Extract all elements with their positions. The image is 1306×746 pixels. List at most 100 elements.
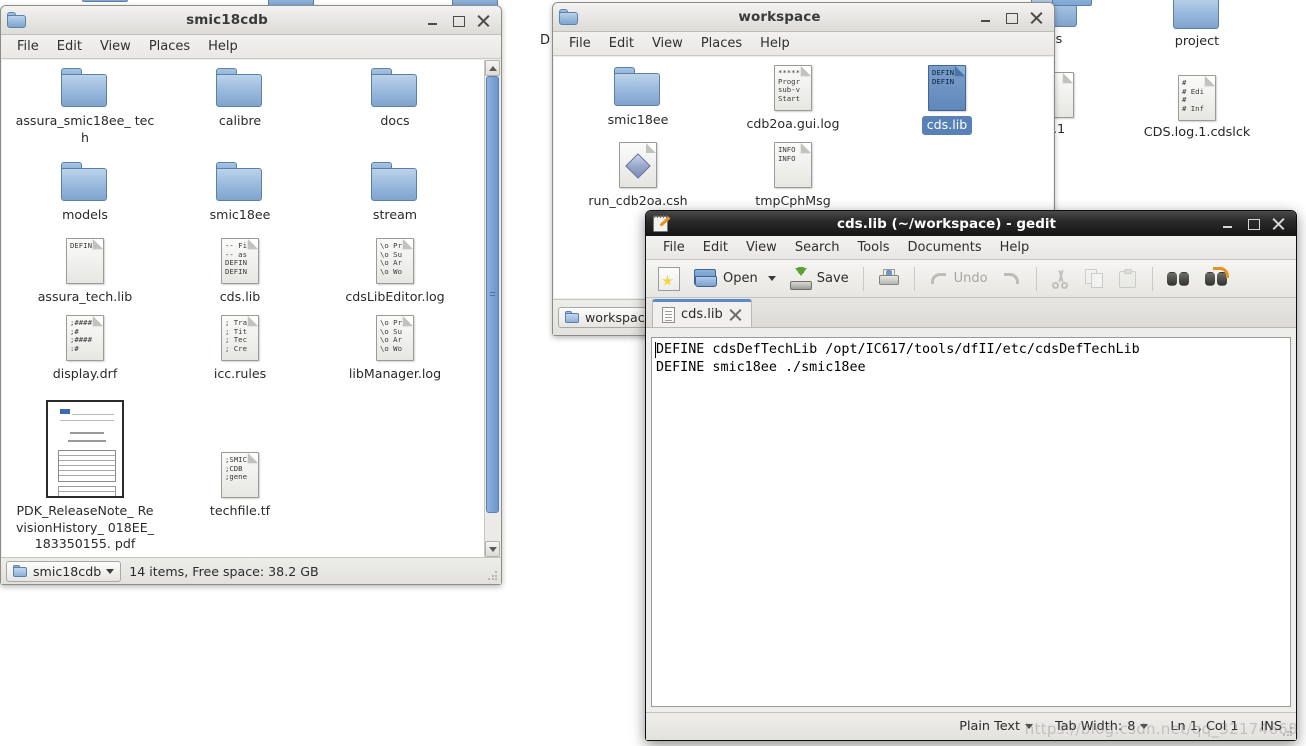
menu-item-file[interactable]: File (560, 34, 600, 53)
close-icon[interactable] (1272, 217, 1285, 230)
menu-item-view[interactable]: View (91, 37, 140, 56)
menu-item-places[interactable]: Places (692, 34, 751, 53)
toolbar-gedit[interactable]: Open Save Undo (646, 260, 1296, 298)
file-item[interactable]: ;SMIC ;CDB ;gene techfile.tf (165, 452, 315, 520)
file-item[interactable]: assura_smic18ee_ tech (10, 68, 160, 146)
tabbar-gedit[interactable]: cds.lib (646, 298, 1296, 328)
minimize-icon[interactable] (980, 11, 993, 24)
chevron-down-icon[interactable] (1140, 724, 1149, 729)
chevron-down-icon[interactable] (106, 568, 115, 574)
maximize-icon[interactable] (452, 14, 465, 27)
file-item[interactable]: docs (320, 68, 470, 130)
file-item[interactable]: ;#### ;# ;#### :# display.drf (10, 315, 160, 383)
tab-cds-lib[interactable]: cds.lib (652, 299, 752, 327)
doc-preview-text: ; Tra ; Tit ; Tec ; Cre (225, 318, 247, 353)
editor-area[interactable]: DEFINE cdsDefTechLib /opt/IC617/tools/df… (651, 337, 1291, 707)
text-document-icon: INFO INFO (774, 142, 812, 188)
file-item[interactable]: DEFIN assura_tech.lib (10, 238, 160, 306)
close-icon[interactable] (477, 14, 490, 27)
file-item[interactable]: ***** Progr sub-v Start cdb2oa.gui.log (718, 65, 868, 133)
menu-item-edit[interactable]: Edit (600, 34, 643, 53)
scroll-up-button[interactable] (485, 60, 500, 76)
file-item[interactable]: smic18ee (165, 162, 315, 224)
titlebar-smic18cdb[interactable]: smic18cdb (1, 6, 501, 35)
desktop-icon-label: project (1174, 34, 1220, 49)
close-icon[interactable] (729, 308, 742, 321)
resize-grip[interactable] (487, 570, 498, 581)
menu-item-documents[interactable]: Documents (899, 238, 991, 257)
cut-button[interactable] (1045, 266, 1077, 292)
file-item[interactable]: run_cdb2oa.csh (563, 142, 713, 210)
menu-item-edit[interactable]: Edit (48, 37, 91, 56)
menubar-gedit[interactable]: File Edit View Search Tools Documents He… (646, 236, 1296, 260)
menu-item-edit[interactable]: Edit (694, 238, 737, 257)
file-item[interactable]: PDK_ReleaseNote_ RevisionHistory_ 018EE_… (10, 400, 160, 553)
file-item[interactable]: smic18ee (563, 67, 713, 129)
maximize-icon[interactable] (1247, 217, 1260, 230)
desktop-icon-cds-log-1-cdslck[interactable]: # # Edi # # Inf CDS.log.1.cdslck (1137, 75, 1257, 141)
folder-icon (565, 311, 580, 324)
undo-button[interactable]: Undo (923, 267, 994, 291)
menu-item-tools[interactable]: Tools (848, 238, 898, 257)
close-icon[interactable] (1030, 11, 1043, 24)
scroll-down-button[interactable] (485, 541, 500, 557)
menu-item-help[interactable]: Help (991, 238, 1039, 257)
copy-button[interactable] (1079, 266, 1111, 292)
save-button[interactable]: Save (784, 265, 855, 293)
chevron-down-icon[interactable] (1025, 724, 1033, 729)
file-label: assura_smic18ee_ tech (15, 113, 155, 145)
menu-item-view[interactable]: View (643, 34, 692, 53)
menu-item-file[interactable]: File (8, 37, 48, 56)
menu-item-file[interactable]: File (654, 238, 694, 257)
titlebar-gedit[interactable]: cds.lib (~/workspace) - gedit (646, 211, 1296, 236)
window-gedit[interactable]: cds.lib (~/workspace) - gedit File Edit … (645, 210, 1297, 741)
file-item[interactable]: \o Pr \o Su \o Ar \o Wo libManager.log (320, 315, 470, 383)
menu-item-help[interactable]: Help (199, 37, 247, 56)
scrollbar-thumb[interactable] (486, 76, 499, 514)
toolbar-separator (862, 266, 864, 291)
file-item[interactable]: \o Pr \o Su \o Ar \o Wo cdsLibEditor.log (320, 238, 470, 306)
file-item[interactable]: -- Fi -- as DEFIN DEFIN cds.lib (165, 238, 315, 306)
file-item[interactable]: calibre (165, 68, 315, 130)
vertical-scrollbar[interactable] (484, 60, 500, 557)
location-button[interactable]: smic18cdb (6, 560, 122, 582)
tab-width-selector[interactable]: Tab Width: 8 (1055, 719, 1149, 734)
file-item[interactable]: stream (320, 162, 470, 224)
icon-view-smic18cdb[interactable]: assura_smic18ee_ tech calibre docs model… (2, 60, 500, 557)
save-label: Save (816, 271, 849, 286)
text-document-icon: ; Tra ; Tit ; Tec ; Cre (221, 315, 259, 361)
titlebar-workspace[interactable]: workspace (553, 3, 1054, 32)
window-smic18cdb[interactable]: smic18cdb File Edit View Places Help ass… (0, 5, 502, 585)
new-document-button[interactable] (652, 264, 686, 294)
resize-grip[interactable] (1282, 726, 1293, 737)
menu-item-help[interactable]: Help (751, 34, 799, 53)
language-selector[interactable]: Plain Text (959, 719, 1033, 734)
print-button[interactable] (872, 266, 906, 292)
menu-item-places[interactable]: Places (140, 37, 199, 56)
redo-button[interactable] (996, 267, 1028, 291)
paste-button[interactable] (1113, 266, 1144, 292)
replace-button[interactable] (1199, 266, 1235, 291)
menubar-smic18cdb[interactable]: File Edit View Places Help (1, 35, 501, 59)
desktop-icon-partial-top-3[interactable] (82, 0, 128, 2)
desktop-icon-partial-top-4[interactable] (1052, 0, 1092, 6)
file-item[interactable]: INFO INFO tmpCphMsg (718, 142, 868, 210)
minimize-icon[interactable] (1222, 217, 1235, 230)
scrollbar-track[interactable] (485, 76, 500, 541)
menu-item-search[interactable]: Search (786, 238, 849, 257)
menubar-workspace[interactable]: File Edit View Places Help (553, 32, 1054, 56)
desktop-icon-project[interactable]: project (1137, 0, 1257, 50)
statusbar-smic18cdb: smic18cdb 14 items, Free space: 38.2 GB (1, 557, 501, 584)
minimize-icon[interactable] (427, 14, 440, 27)
file-item-selected[interactable]: DEFIN DEFIN cds.lib (872, 65, 1022, 135)
file-item[interactable]: models (10, 162, 160, 224)
file-item[interactable]: ; Tra ; Tit ; Tec ; Cre icc.rules (165, 315, 315, 383)
maximize-icon[interactable] (1005, 11, 1018, 24)
open-button[interactable]: Open (688, 266, 782, 292)
find-button[interactable] (1161, 267, 1197, 291)
chevron-down-icon[interactable] (767, 276, 776, 281)
menu-item-view[interactable]: View (737, 238, 786, 257)
file-label: docs (380, 113, 410, 128)
paste-icon (1118, 268, 1138, 289)
editor-text[interactable]: DEFINE cdsDefTechLib /opt/IC617/tools/df… (652, 338, 1290, 376)
